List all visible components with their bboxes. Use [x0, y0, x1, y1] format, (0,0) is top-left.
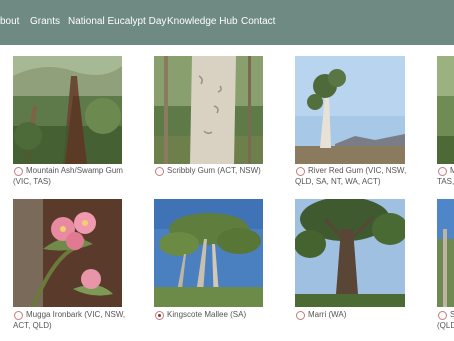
nav-national-eucalypt-day[interactable]: National Eucalypt Day — [68, 16, 166, 28]
species-region: QLD, SA, NT, WA, ACT) — [295, 177, 381, 186]
nav-about[interactable]: bout — [0, 16, 19, 28]
species-region: (QLD — [437, 321, 454, 330]
species-radio[interactable] — [14, 311, 23, 320]
species-radio[interactable] — [438, 167, 447, 176]
species-radio[interactable] — [296, 167, 305, 176]
species-radio[interactable] — [155, 311, 164, 320]
nav-grants[interactable]: Grants — [30, 16, 60, 28]
top-navbar: bout Grants National Eucalypt Day Knowle… — [0, 0, 454, 45]
nav-knowledge-hub[interactable]: Knowledge Hub — [167, 16, 238, 28]
species-name: Kingscote Mallee (SA) — [167, 310, 247, 319]
species-region: ACT, QLD) — [13, 321, 52, 330]
species-region: TAS, — [437, 177, 454, 186]
species-name: River Red Gum (VIC, NSW, — [308, 166, 407, 175]
partial-tree-photo[interactable] — [437, 56, 454, 164]
species-name: Mugga Ironbark (VIC, NSW, — [26, 310, 126, 319]
nav-contact[interactable]: Contact — [241, 16, 275, 28]
river-red-gum-photo[interactable] — [295, 56, 405, 164]
species-region: (VIC, TAS) — [13, 177, 51, 186]
species-name: S — [450, 310, 454, 319]
mountain-ash-photo[interactable] — [13, 56, 122, 164]
kingscote-mallee-photo[interactable] — [154, 199, 263, 307]
mugga-ironbark-flower-photo[interactable] — [13, 199, 122, 307]
species-radio[interactable] — [155, 167, 164, 176]
species-radio[interactable] — [438, 311, 447, 320]
species-name: Scribbly Gum (ACT, NSW) — [167, 166, 261, 175]
marri-photo[interactable] — [295, 199, 405, 307]
partial-tree-photo-2[interactable] — [437, 199, 454, 307]
species-name: Marri (WA) — [308, 310, 347, 319]
scribbly-gum-photo[interactable] — [154, 56, 263, 164]
species-name: M — [450, 166, 454, 175]
species-radio[interactable] — [14, 167, 23, 176]
species-name: Mountain Ash/Swamp Gum — [26, 166, 123, 175]
species-radio[interactable] — [296, 311, 305, 320]
